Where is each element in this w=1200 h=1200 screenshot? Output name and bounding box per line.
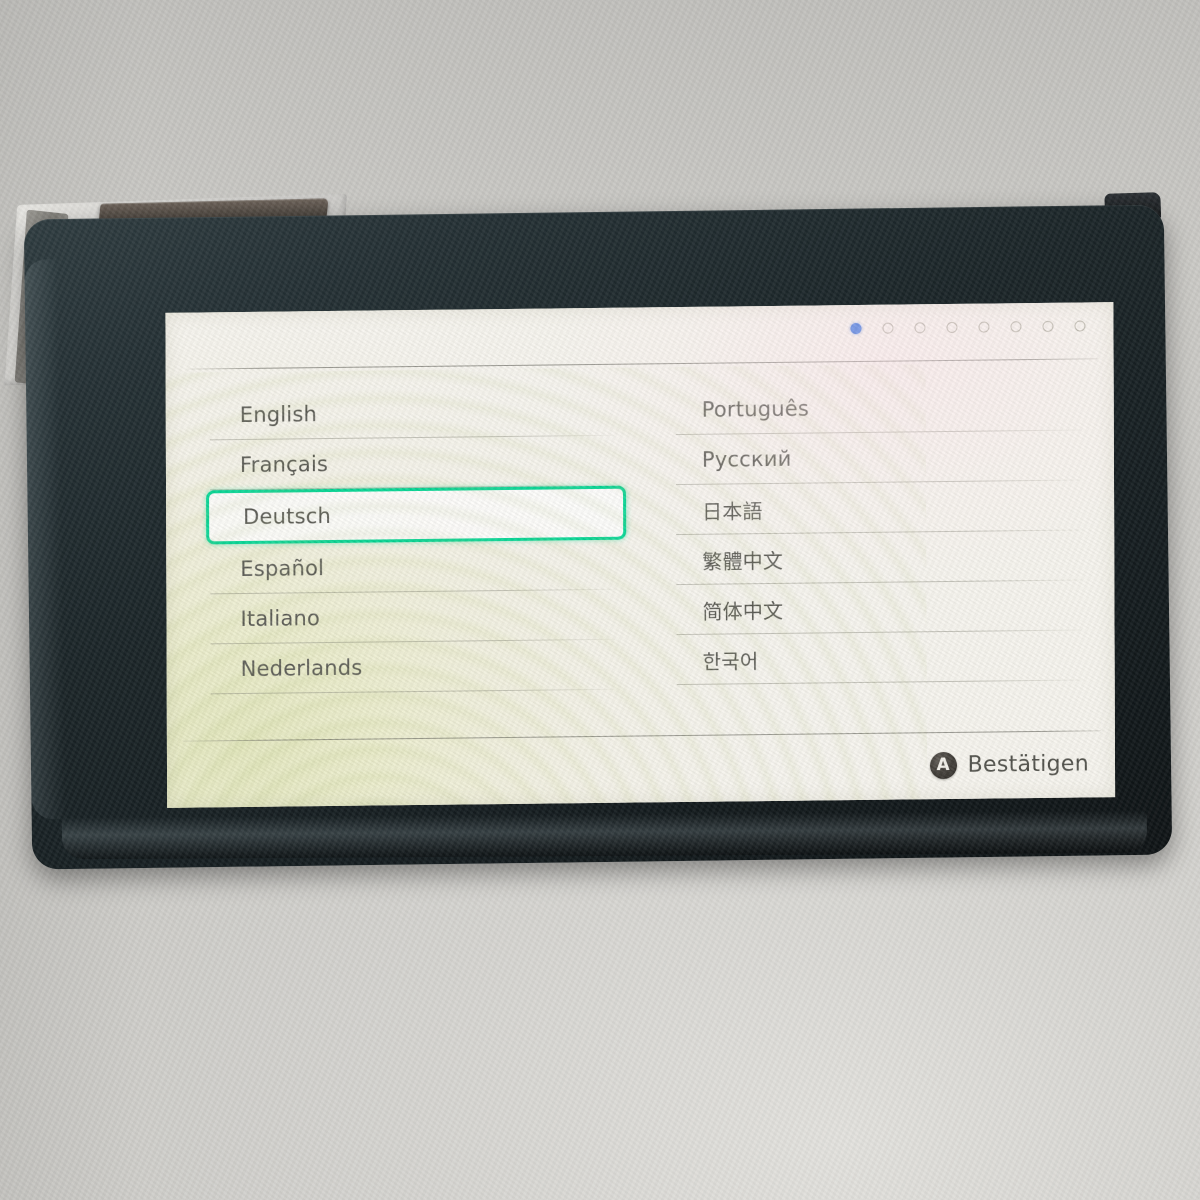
language-option-deutsch[interactable]: Deutsch bbox=[206, 485, 627, 545]
footer-divider bbox=[182, 730, 1101, 742]
bezel-bottom-gloss bbox=[61, 810, 1148, 860]
language-option-nederlands[interactable]: Nederlands bbox=[193, 639, 641, 694]
page-dot-1 bbox=[850, 322, 862, 335]
header-divider bbox=[187, 358, 1098, 370]
page-dot-5 bbox=[978, 321, 990, 333]
bezel-left-gloss bbox=[24, 259, 66, 820]
language-option-label: Español bbox=[240, 556, 325, 582]
game-console-device: English Français Deutsch Español Italiano Ned… bbox=[4, 182, 1198, 887]
language-option-label: Italiano bbox=[240, 606, 321, 632]
confirm-button-label: Bestätigen bbox=[967, 751, 1090, 778]
language-option-label: 简体中文 bbox=[702, 598, 784, 624]
language-option-한국어[interactable]: 한국어 bbox=[673, 630, 1089, 685]
language-option-português[interactable]: Português bbox=[672, 380, 1088, 435]
language-option-italiano[interactable]: Italiano bbox=[192, 589, 640, 644]
language-option-label: 日本語 bbox=[702, 498, 763, 524]
language-option-label: Русский bbox=[701, 446, 792, 472]
language-column-left: English Français Deutsch Español Italiano Ned… bbox=[192, 385, 641, 694]
console-screen: English Français Deutsch Español Italiano Ned… bbox=[165, 302, 1116, 808]
language-option-繁體中文[interactable]: 繁體中文 bbox=[672, 530, 1088, 585]
page-dot-6 bbox=[1010, 321, 1022, 333]
page-indicator bbox=[850, 320, 1086, 335]
language-option-简体中文[interactable]: 简体中文 bbox=[672, 580, 1088, 635]
language-column-right: Português Русский 日本語繁體中文简体中文 한국어 bbox=[640, 380, 1089, 689]
language-list: English Français Deutsch Español Italiano Ned… bbox=[166, 380, 1115, 695]
language-option-label: 繁體中文 bbox=[702, 548, 784, 574]
photograph-of-console: English Français Deutsch Español Italiano Ned… bbox=[0, 0, 1200, 1200]
language-option-label: Deutsch bbox=[243, 503, 332, 529]
language-select-screen: English Français Deutsch Español Italiano Ned… bbox=[165, 302, 1115, 808]
page-dot-7 bbox=[1042, 320, 1054, 332]
language-option-日本語[interactable]: 日本語 bbox=[672, 480, 1088, 535]
page-dot-4 bbox=[946, 321, 958, 333]
console-bezel: English Français Deutsch Español Italiano Ned… bbox=[23, 204, 1173, 870]
page-dot-2 bbox=[882, 322, 894, 334]
language-option-label: 한국어 bbox=[702, 648, 759, 674]
language-option-русский[interactable]: Русский bbox=[672, 430, 1088, 485]
language-option-français[interactable]: Français bbox=[192, 435, 640, 490]
confirm-button[interactable]: A Bestätigen bbox=[929, 750, 1090, 780]
language-option-label: Português bbox=[701, 396, 810, 422]
language-option-label: English bbox=[239, 402, 318, 428]
language-option-english[interactable]: English bbox=[192, 385, 640, 440]
language-option-label: Français bbox=[239, 452, 329, 478]
language-option-español[interactable]: Español bbox=[192, 539, 640, 594]
a-button-icon: A bbox=[929, 751, 957, 780]
page-dot-8 bbox=[1074, 320, 1086, 332]
page-dot-3 bbox=[914, 322, 926, 334]
language-option-label: Nederlands bbox=[240, 655, 363, 682]
